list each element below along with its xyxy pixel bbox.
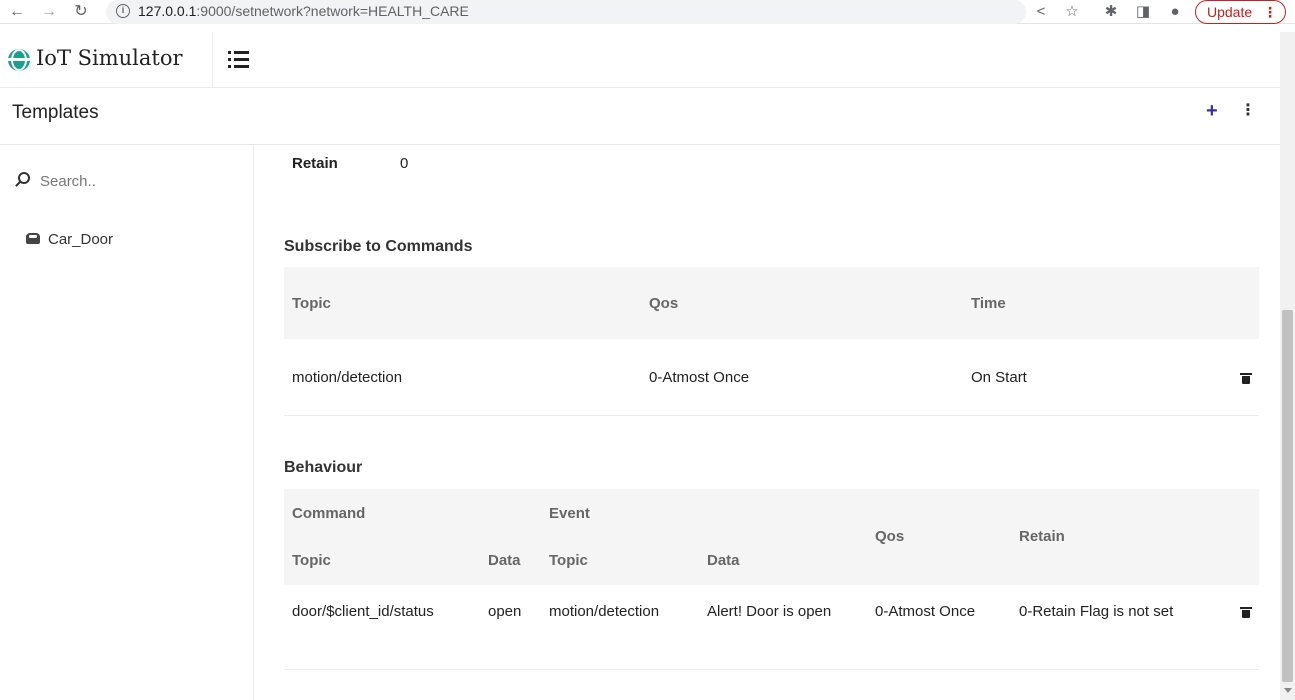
update-button[interactable]: Update ⋮ bbox=[1195, 0, 1286, 24]
sidebar-item-label: Car_Door bbox=[48, 231, 114, 248]
sidebar-item-car-door[interactable]: Car_Door bbox=[26, 231, 113, 251]
subscribe-qos: 0-Atmost Once bbox=[649, 369, 750, 386]
behaviour-qos: 0-Atmost Once bbox=[875, 603, 976, 620]
divider bbox=[284, 415, 1259, 416]
subscribe-section-title: Subscribe to Commands bbox=[284, 238, 473, 255]
search-icon bbox=[18, 172, 30, 184]
page-title: Templates bbox=[12, 102, 99, 123]
subscribe-table-header: Topic Qos Time bbox=[284, 267, 1259, 339]
column-header-event-data: Data bbox=[707, 552, 740, 569]
sidebar: Car_Door bbox=[0, 145, 254, 700]
forward-arrow-icon[interactable]: → bbox=[38, 1, 60, 23]
back-arrow-icon[interactable]: ← bbox=[6, 1, 28, 23]
reload-icon[interactable]: ↻ bbox=[70, 1, 92, 23]
url-text: 127.0.0.1:9000/setnetwork?network=HEALTH… bbox=[138, 3, 469, 19]
column-header-topic: Topic bbox=[292, 295, 331, 312]
trash-icon[interactable] bbox=[1240, 373, 1252, 384]
extensions-puzzle-icon[interactable]: ✱ bbox=[1100, 1, 1122, 23]
share-icon[interactable]: < bbox=[1030, 1, 1052, 23]
bookmark-star-icon[interactable]: ☆ bbox=[1061, 1, 1083, 23]
main-content: Retain 0 Subscribe to Commands Topic Qos… bbox=[254, 145, 1280, 700]
globe-icon bbox=[8, 49, 30, 71]
behaviour-event-data: Alert! Door is open bbox=[707, 603, 832, 620]
chrome-menu-icon[interactable]: ⋮ bbox=[1263, 1, 1277, 23]
address-bar[interactable]: i 127.0.0.1:9000/setnetwork?network=HEAL… bbox=[106, 0, 1026, 24]
app-header: IoT Simulator bbox=[0, 32, 1280, 88]
column-header-qos: Qos bbox=[649, 295, 679, 312]
scroll-down-arrow-icon[interactable] bbox=[1284, 688, 1292, 693]
retain-label: Retain bbox=[292, 155, 338, 172]
trash-icon[interactable] bbox=[1240, 607, 1252, 618]
column-header-event-topic: Topic bbox=[549, 552, 588, 569]
subscribe-time: On Start bbox=[971, 369, 1027, 386]
group-header-command: Command bbox=[292, 505, 366, 522]
column-header-retain: Retain bbox=[1019, 528, 1065, 545]
browser-toolbar: ← → ↻ i 127.0.0.1:9000/setnetwork?networ… bbox=[0, 0, 1295, 24]
templates-bar: Templates + ⋮ bbox=[0, 88, 1280, 145]
add-icon[interactable]: + bbox=[1206, 100, 1218, 123]
divider bbox=[284, 669, 1259, 670]
subscribe-topic: motion/detection bbox=[292, 369, 403, 386]
profile-avatar-icon[interactable]: ● bbox=[1164, 1, 1186, 23]
search-box bbox=[14, 169, 234, 193]
behaviour-section-title: Behaviour bbox=[284, 459, 363, 476]
behaviour-event-topic: motion/detection bbox=[549, 603, 660, 620]
brand-title: IoT Simulator bbox=[36, 46, 183, 70]
site-info-icon[interactable]: i bbox=[116, 4, 130, 18]
column-header-command-topic: Topic bbox=[292, 552, 331, 569]
retain-value: 0 bbox=[400, 155, 409, 172]
side-panel-icon[interactable]: ◨ bbox=[1132, 1, 1154, 23]
car-icon bbox=[26, 232, 40, 244]
column-header-command-data: Data bbox=[488, 552, 521, 569]
behaviour-retain: 0-Retain Flag is not set bbox=[1019, 603, 1174, 620]
more-options-icon[interactable]: ⋮ bbox=[1240, 100, 1256, 120]
column-header-qos: Qos bbox=[875, 528, 905, 545]
scrollbar-thumb[interactable] bbox=[1282, 310, 1293, 682]
column-header-time: Time bbox=[971, 295, 1006, 312]
group-header-event: Event bbox=[549, 505, 590, 522]
behaviour-command-data: open bbox=[488, 603, 522, 620]
page-scrollbar[interactable] bbox=[1280, 32, 1295, 700]
brand[interactable]: IoT Simulator bbox=[0, 32, 213, 88]
menu-list-icon[interactable] bbox=[228, 51, 250, 69]
search-input[interactable] bbox=[40, 169, 230, 193]
behaviour-table-header: Command Event Qos Retain Topic Data Topi… bbox=[284, 489, 1259, 585]
behaviour-command-topic: door/$client_id/status bbox=[292, 603, 434, 620]
